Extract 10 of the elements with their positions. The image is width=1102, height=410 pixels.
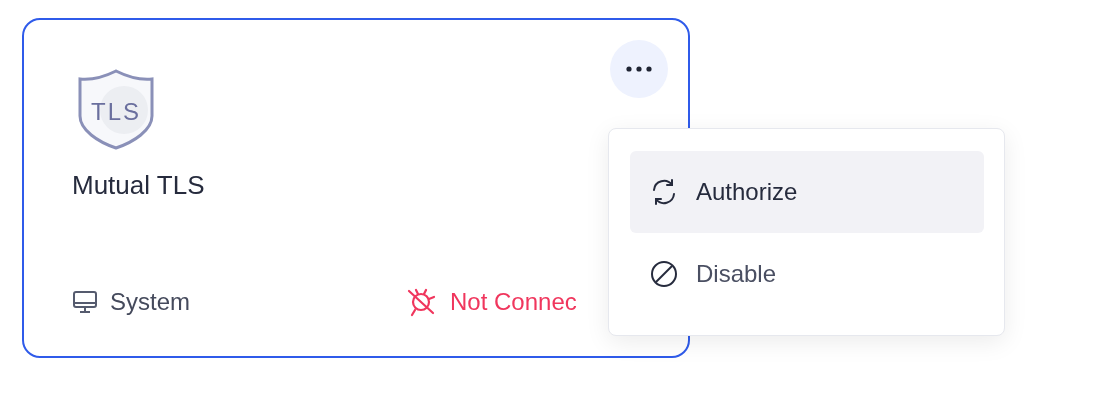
menu-item[interactable]: Authorize xyxy=(630,151,984,233)
card-title: Mutual TLS xyxy=(72,169,205,202)
plug-off-icon xyxy=(406,287,436,317)
integration-card[interactable]: TLS Mutual TLS System Not Connec xyxy=(22,18,690,358)
refresh-icon xyxy=(650,178,678,206)
status-label: Not Connec xyxy=(450,287,577,317)
prohibited-icon xyxy=(650,260,678,288)
more-icon xyxy=(626,66,652,72)
source-label: System xyxy=(110,287,190,317)
monitor-icon xyxy=(72,289,98,315)
